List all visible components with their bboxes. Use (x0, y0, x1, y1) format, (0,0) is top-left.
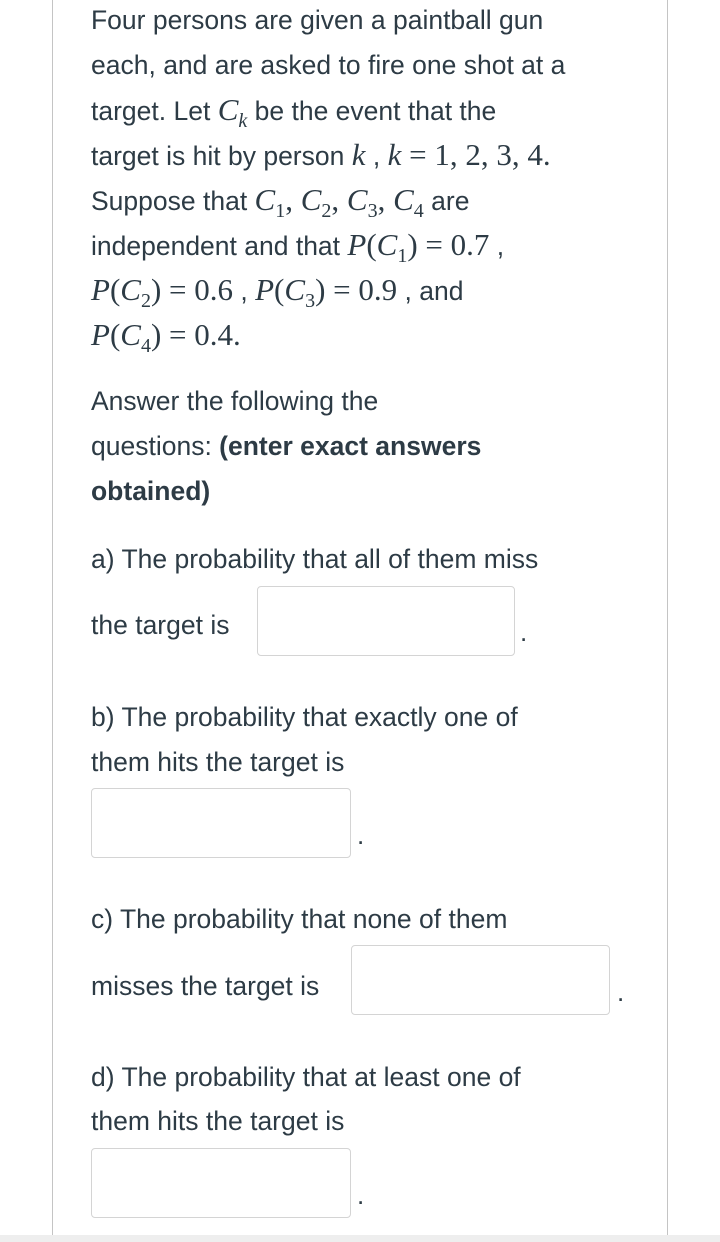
math-variable: C (376, 227, 398, 262)
text: , and (397, 276, 464, 306)
math-subscript: 2 (140, 290, 151, 312)
bold-text: obtained) (91, 476, 211, 506)
text: Suppose that (91, 186, 255, 216)
math-subscript: 2 (321, 200, 332, 222)
content-border-right (667, 0, 668, 1235)
intro-line: Suppose that C1, C2, C3, C4 are (91, 182, 470, 223)
math-subscript: 1 (397, 245, 408, 267)
question-b-text: b) The probability that exactly one of (91, 702, 518, 732)
math-variable: C (120, 272, 141, 307)
text: questions: (91, 431, 220, 461)
math-variable: C (393, 182, 414, 217)
math-text: ) = 0.7 (407, 227, 490, 262)
answer-c-period: . (617, 977, 625, 1007)
math-text: , (285, 182, 301, 217)
intro-line: P(C2) = 0.6 , P(C3) = 0.9 , and (91, 272, 464, 313)
bold-text: (enter exact answers (219, 431, 482, 461)
math-subscript: 4 (413, 200, 424, 222)
math-text: = 1, 2, 3, 4. (401, 137, 551, 172)
math-variable: C (284, 272, 306, 307)
intro-line: P(C4) = 0.4. (91, 317, 241, 358)
answer-a-period: . (520, 617, 528, 647)
intro-line: each, and are asked to fire one shot at … (91, 48, 565, 82)
math-variable: C (217, 92, 239, 127)
math-variable: C (346, 182, 368, 217)
math-subscript: 3 (305, 290, 316, 312)
answer-d-period: . (357, 1180, 365, 1210)
math-variable: C (300, 182, 322, 217)
question-a-text: a) The probability that all of them miss (91, 544, 539, 574)
math-variable: k (387, 137, 402, 172)
question-d-text: d) The probability that at least one of (91, 1062, 521, 1092)
text: target is hit by person (91, 141, 352, 171)
answer-a-input[interactable] (257, 586, 515, 656)
intro-line: Four persons are given a paintball gun (91, 3, 543, 37)
math-variable: P (91, 317, 110, 352)
math-text: , (331, 182, 347, 217)
answer-b-input[interactable] (91, 788, 351, 858)
math-variable: P (255, 272, 275, 307)
content-border-left (52, 0, 53, 1235)
math-text: ) = 0.4. (150, 317, 241, 352)
math-text: ( (109, 272, 121, 307)
question-c-text-2: misses the target is (91, 971, 320, 1001)
question-d-text-2: them hits the target is (91, 1106, 345, 1136)
math-variable: k (351, 137, 366, 172)
text: each, and are asked to fire one shot at … (91, 50, 566, 80)
math-variable: P (91, 272, 110, 307)
text: Four persons are given a paintball gun (91, 5, 544, 35)
intro-line: target is hit by person k , k = 1, 2, 3,… (91, 138, 551, 173)
text: , (233, 276, 256, 306)
text: are (423, 186, 470, 216)
math-subscript: 3 (367, 200, 378, 222)
text: , (489, 231, 505, 261)
answer-d-input[interactable] (91, 1148, 351, 1218)
answer-b-period: . (357, 820, 365, 850)
math-subscript: k (238, 110, 248, 132)
math-text: , (377, 182, 394, 217)
instructions-line: Answer the following the (91, 384, 378, 418)
question-b-text-2: them hits the target is (91, 747, 345, 777)
math-text: ) = 0.6 (150, 272, 234, 307)
instructions-line: questions: (enter exact answers (91, 429, 481, 463)
question-a-text-2: the target is (91, 610, 230, 640)
text: Answer the following the (91, 386, 379, 416)
math-variable: C (120, 317, 141, 352)
text: be the event that the (247, 96, 497, 126)
math-text: ( (109, 317, 121, 352)
question-c-text: c) The probability that none of them (91, 904, 508, 934)
math-subscript: 4 (140, 335, 151, 357)
answer-c-input[interactable] (351, 945, 610, 1015)
bottom-bar (0, 1235, 720, 1242)
math-text: ( (366, 227, 377, 262)
text: target. Let (91, 96, 218, 126)
instructions-line: obtained) (91, 474, 210, 508)
math-subscript: 1 (275, 200, 286, 222)
math-text: ) = 0.9 (315, 272, 398, 307)
math-variable: C (254, 182, 276, 217)
text: , (365, 141, 388, 171)
math-variable: P (347, 227, 367, 262)
intro-line: independent and that P(C1) = 0.7 , (91, 227, 505, 268)
intro-line: target. Let Ck be the event that the (91, 92, 497, 133)
text: independent and that (91, 231, 348, 261)
math-text: ( (274, 272, 285, 307)
